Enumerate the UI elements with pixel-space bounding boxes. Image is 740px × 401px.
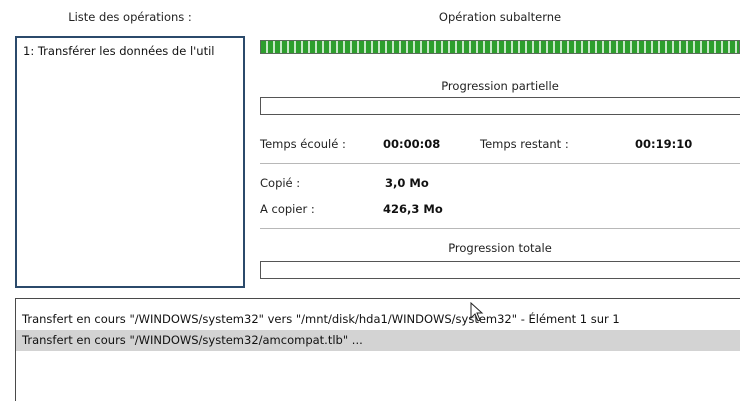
log-list[interactable]: Transfert en cours "/WINDOWS/system32" v… xyxy=(15,298,740,401)
to-copy-label: A copier : xyxy=(260,202,315,216)
copied-value: 3,0 Mo xyxy=(385,176,429,190)
operations-list-header: Liste des opérations : xyxy=(68,10,192,24)
total-progress-title: Progression totale xyxy=(448,241,552,255)
separator-1 xyxy=(260,163,740,164)
sub-operation-progress-bar xyxy=(260,40,740,54)
total-progress-bar xyxy=(260,261,740,279)
partial-progress-title: Progression partielle xyxy=(441,79,559,93)
elapsed-time-label: Temps écoulé : xyxy=(260,137,346,151)
operation-item-1[interactable]: 1: Transférer les données de l'util xyxy=(17,38,243,64)
mouse-pointer-icon xyxy=(470,302,484,322)
remaining-time-value: 00:19:10 xyxy=(635,137,693,151)
remaining-time-label: Temps restant : xyxy=(480,137,569,151)
to-copy-value: 426,3 Mo xyxy=(383,202,443,216)
sub-operation-header: Opération subalterne xyxy=(438,10,562,24)
elapsed-time-value: 00:00:08 xyxy=(383,137,441,151)
log-line-selected[interactable]: Transfert en cours "/WINDOWS/system32/am… xyxy=(16,330,740,351)
log-line[interactable]: Transfert en cours "/WINDOWS/system32" v… xyxy=(16,309,740,330)
copied-label: Copié : xyxy=(260,176,301,190)
sub-operation-progress-fill xyxy=(261,41,739,53)
operations-list[interactable]: 1: Transférer les données de l'util xyxy=(15,36,245,288)
partial-progress-bar xyxy=(260,97,740,115)
separator-2 xyxy=(260,228,740,229)
